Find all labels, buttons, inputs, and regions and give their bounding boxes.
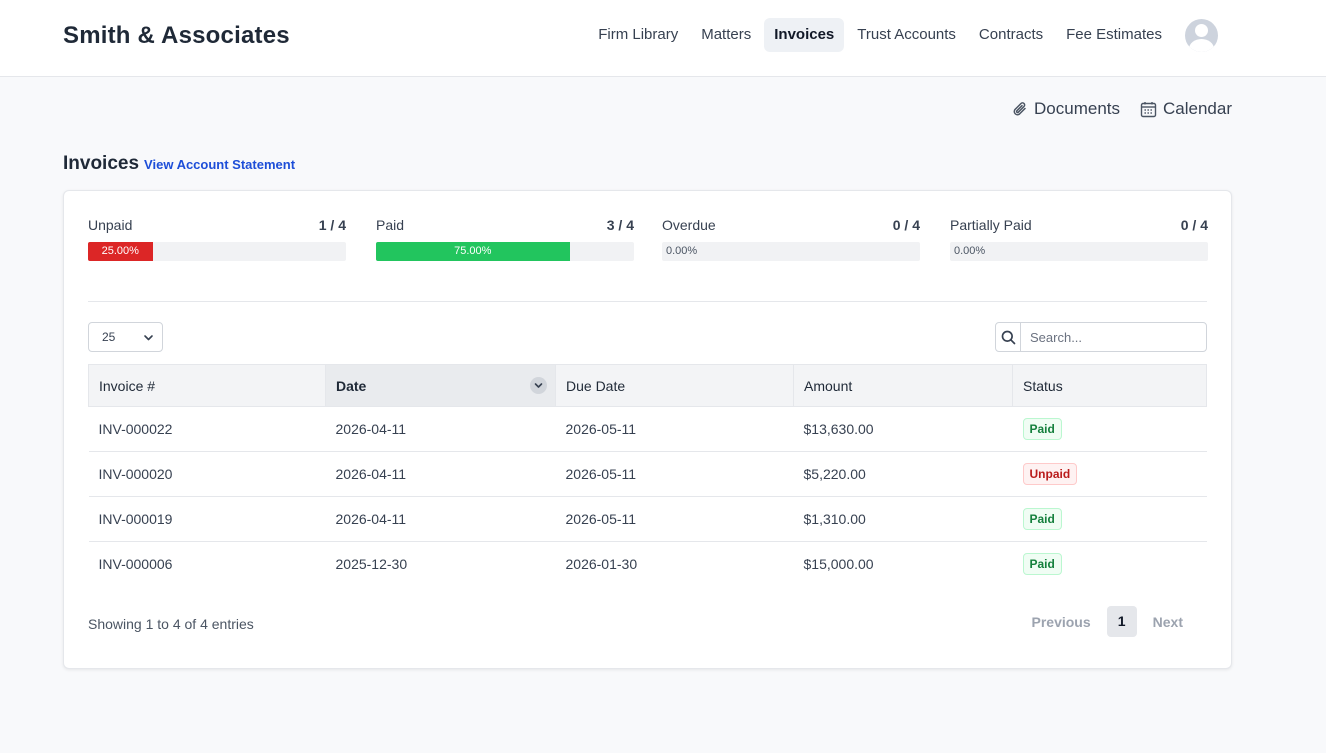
- invoice-status: Paid: [1012, 406, 1207, 452]
- invoice-number[interactable]: INV-000020: [88, 451, 326, 497]
- calendar-icon: [1140, 101, 1157, 117]
- table-row[interactable]: INV-000020 2026-04-11 2026-05-11 $5,220.…: [88, 451, 1207, 497]
- invoice-status: Paid: [1012, 496, 1207, 542]
- table-row[interactable]: INV-000022 2026-04-11 2026-05-11 $13,630…: [88, 406, 1207, 452]
- progress-bar: 25.00%: [88, 242, 346, 261]
- page-header: Invoices View Account Statement: [63, 153, 295, 175]
- status-badge: Paid: [1022, 553, 1062, 576]
- table-info: Showing 1 to 4 of 4 entries: [88, 616, 254, 632]
- previous-page-button[interactable]: Previous: [1022, 614, 1101, 630]
- invoice-status: Unpaid: [1012, 451, 1207, 497]
- status-badge: Paid: [1022, 508, 1062, 530]
- invoice-amount: $1,310.00: [793, 496, 1013, 542]
- invoice-due-date: 2026-05-11: [555, 496, 794, 542]
- search-box: [995, 322, 1207, 352]
- invoice-due-date: 2026-05-11: [555, 451, 794, 497]
- calendar-label: Calendar: [1163, 99, 1232, 118]
- progress-text: 75.00%: [454, 245, 492, 257]
- invoices-card: Unpaid 1 / 4 25.00% Paid 3 / 4 75.00% Ov…: [63, 190, 1232, 669]
- nav-matters[interactable]: Matters: [691, 18, 761, 52]
- quick-links: Documents Calendar: [992, 99, 1232, 119]
- stat-count: 1 / 4: [318, 217, 346, 233]
- nav-fee-estimates[interactable]: Fee Estimates: [1056, 18, 1172, 52]
- invoice-date: 2026-04-11: [325, 406, 556, 452]
- page-1-button[interactable]: 1: [1106, 606, 1137, 637]
- stat-paid: Paid 3 / 4 75.00%: [376, 217, 634, 261]
- chevron-down-icon: [144, 335, 153, 341]
- brand-name[interactable]: Smith & Associates: [63, 22, 290, 50]
- stat-unpaid: Unpaid 1 / 4 25.00%: [88, 217, 346, 261]
- progress-text: 0.00%: [954, 245, 986, 257]
- progress-text: 0.00%: [666, 245, 698, 257]
- progress-text: 25.00%: [101, 245, 139, 257]
- invoices-table: Invoice # Date Due Date Amount Status IN…: [88, 364, 1207, 587]
- status-badge: Paid: [1022, 418, 1062, 440]
- column-amount[interactable]: Amount: [793, 364, 1013, 407]
- invoice-amount: $5,220.00: [793, 451, 1013, 497]
- documents-link[interactable]: Documents: [1012, 99, 1120, 119]
- nav-firm-library[interactable]: Firm Library: [588, 18, 688, 52]
- invoice-due-date: 2026-01-30: [565, 556, 638, 573]
- stat-count: 0 / 4: [892, 217, 920, 233]
- stat-label: Paid: [376, 217, 405, 233]
- invoice-status: Paid: [1013, 542, 1207, 587]
- view-account-statement-link[interactable]: View Account Statement: [144, 157, 295, 172]
- sort-descending-icon[interactable]: [530, 377, 547, 394]
- column-date-label: Date: [336, 377, 367, 394]
- stat-count: 0 / 4: [1180, 217, 1208, 233]
- invoice-date: 2026-04-11: [325, 496, 556, 542]
- invoice-amount: $15,000.00: [803, 556, 874, 573]
- stat-label: Overdue: [662, 217, 716, 233]
- column-date[interactable]: Date: [325, 364, 556, 407]
- invoice-amount: $13,630.00: [793, 406, 1013, 452]
- stat-count: 3 / 4: [606, 217, 634, 233]
- status-badge: Unpaid: [1022, 463, 1078, 485]
- search-input[interactable]: [1021, 323, 1206, 351]
- search-button[interactable]: [996, 323, 1021, 351]
- invoice-due-date: 2026-05-11: [555, 406, 794, 452]
- nav-invoices[interactable]: Invoices: [764, 18, 845, 52]
- search-icon: [1001, 330, 1015, 344]
- calendar-link[interactable]: Calendar: [1140, 99, 1232, 119]
- stat-partially-paid: Partially Paid 0 / 4 0.00%: [950, 217, 1208, 261]
- user-avatar[interactable]: [1185, 18, 1218, 52]
- stat-label: Partially Paid: [950, 217, 1032, 233]
- column-due-date[interactable]: Due Date: [555, 364, 794, 407]
- pagination: Previous 1 Next: [1022, 606, 1194, 637]
- nav-trust-accounts[interactable]: Trust Accounts: [847, 18, 966, 52]
- invoice-number[interactable]: INV-000022: [88, 406, 326, 452]
- nav-contracts[interactable]: Contracts: [969, 18, 1053, 52]
- progress-bar: 0.00%: [950, 242, 1208, 261]
- table-row[interactable]: INV-000019 2026-04-11 2026-05-11 $1,310.…: [88, 496, 1207, 542]
- progress-bar: 75.00%: [376, 242, 634, 261]
- invoice-date: 2026-04-11: [325, 451, 556, 497]
- stat-overdue: Overdue 0 / 4 0.00%: [662, 217, 920, 261]
- column-invoice-number[interactable]: Invoice #: [88, 364, 326, 407]
- next-page-button[interactable]: Next: [1143, 614, 1193, 630]
- stat-label: Unpaid: [88, 217, 133, 233]
- invoice-date: 2025-12-30: [335, 556, 408, 573]
- progress-bar: 0.00%: [662, 242, 920, 261]
- divider: [88, 301, 1207, 302]
- paperclip-icon: [1013, 102, 1026, 116]
- documents-label: Documents: [1034, 99, 1120, 118]
- invoice-number[interactable]: INV-000019: [88, 496, 326, 542]
- page-length-select[interactable]: 25: [88, 322, 163, 352]
- table-row[interactable]: INV-000006 2025-12-30 2026-01-30 $15,000…: [89, 542, 1207, 587]
- top-navbar: Smith & Associates Firm Library Matters …: [0, 0, 1326, 77]
- page-title: Invoices: [63, 153, 140, 174]
- column-status[interactable]: Status: [1012, 364, 1207, 407]
- page-length-value: 25: [102, 330, 116, 344]
- main-nav: Firm Library Matters Invoices Trust Acco…: [585, 18, 1326, 52]
- table-header-row: Invoice # Date Due Date Amount Status: [88, 364, 1207, 407]
- invoice-number[interactable]: INV-000006: [89, 542, 326, 587]
